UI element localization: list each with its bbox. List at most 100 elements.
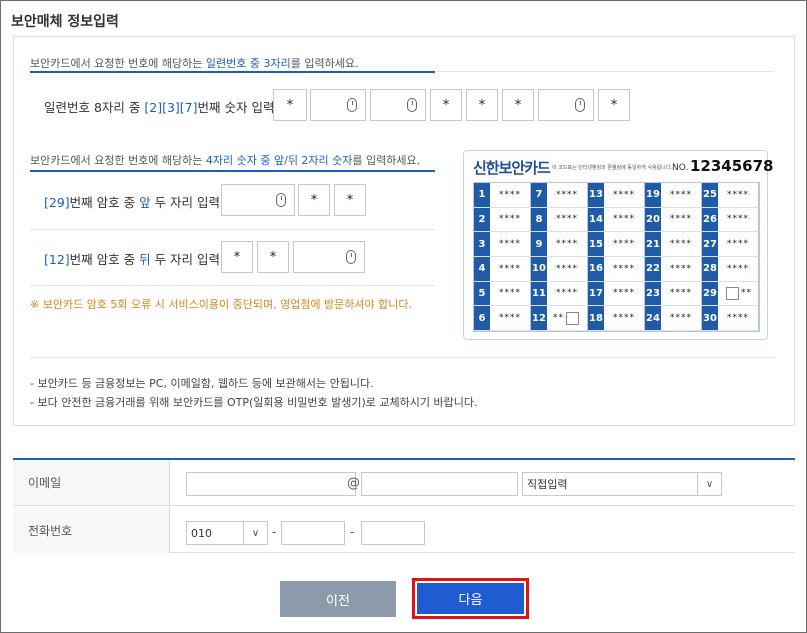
card-code-cell: 29 ** [702,281,759,307]
card-code-number: 20 [645,207,661,232]
serial-divider-right [437,71,774,72]
card-code-value: **** [670,288,692,299]
card-code-cell: 9 **** [531,232,588,257]
serial-input-7[interactable] [538,89,594,121]
email-domain-input[interactable] [361,472,518,496]
card-code-number: 29 [702,281,718,306]
card-code-cell: 23 **** [645,281,702,307]
card-code-value: **** [727,239,749,250]
card-code-cell: 17 **** [588,281,645,307]
card-code-number: 26 [702,207,718,232]
email-id-input[interactable] [186,472,356,496]
card-code-number: 4 [474,256,490,281]
serial-cell-1: * [273,89,307,121]
pin-bottom-divider [30,285,435,286]
card-code-cell: 26 **** [702,207,759,233]
card-code-cell: 1 **** [474,183,531,208]
card-code-cell: 27 **** [702,232,759,257]
card-code-value: **** [670,313,692,324]
card-code-value: **** [556,288,578,299]
email-label: 이메일 [13,460,170,505]
card-code-cell: 4 **** [474,256,531,282]
card-code-value: **** [556,214,578,225]
card-code-cell: 11 **** [531,281,588,307]
secure-keypad-icon [407,98,417,112]
masked-box [726,286,739,300]
pin-row1-input[interactable] [221,184,295,216]
email-domain-select[interactable]: 직접입력 ∨ [522,472,722,496]
pin-row2-input[interactable] [293,241,365,273]
notes-divider [30,357,774,358]
serial-cell-4: * [430,89,462,121]
email-at-sign: @ [347,476,360,491]
phone-dash-2: - [350,525,355,539]
card-code-cell: 16 **** [588,256,645,282]
pin-row1-cell-3: * [334,184,366,216]
card-code-cell: 28 **** [702,256,759,282]
card-code-value: **** [613,263,635,274]
card-code-number: 18 [588,306,604,330]
masked-box [566,311,579,325]
card-code-value: **** [670,189,692,200]
serial-input-2[interactable] [310,89,366,121]
card-code-number: 13 [588,183,604,207]
pin-divider [30,170,435,172]
security-card-image: 신한보안카드 이 코드표는 인터넷뱅킹과 폰뱅킹에 동일하게 사용됩니다. NO… [463,150,774,340]
card-code-number: 25 [702,183,718,207]
card-code-value: **** [727,263,749,274]
secure-keypad-icon [346,250,356,264]
card-code-value: **** [499,263,521,274]
next-button[interactable]: 다음 [417,583,524,614]
card-code-cell: 20 **** [645,207,702,233]
card-code-number: 12 [531,306,547,330]
card-code-value: **** [499,313,521,324]
serial-divider [30,71,435,73]
card-code-value: **** [556,189,578,200]
phone-label: 전화번호 [13,507,170,553]
card-code-number: 1 [474,183,490,207]
card-code-cell: 7 **** [531,183,588,208]
card-code-value: **** [670,239,692,250]
phone-prefix-select[interactable]: 010 ∨ [186,521,268,545]
card-code-number: 14 [588,207,604,232]
card-brand: 신한보안카드 [473,159,551,177]
card-code-value: **** [727,214,749,225]
card-code-value: **** [670,263,692,274]
phone-middle-input[interactable] [281,521,345,545]
card-code-value: ** [547,306,587,330]
note-2: - 보다 안전한 금융거래를 위해 보안카드를 OTP(일회용 비밀번호 발생기… [30,396,478,409]
card-code-cell: 19 **** [645,183,702,208]
card-code-cell: 30 **** [702,306,759,331]
card-subtitle: 이 코드표는 인터넷뱅킹과 폰뱅킹에 동일하게 사용됩니다. [552,165,672,171]
phone-prefix-value: 010 [191,526,212,540]
card-code-cell: 24 **** [645,306,702,331]
card-code-number: 15 [588,232,604,256]
serial-cell-5: * [466,89,498,121]
serial-label: 일련번호 8자리 중 [2][3][7]번째 숫자 입력 [44,100,275,115]
card-code-number: 3 [474,232,490,256]
contact-form: 이메일 @ 직접입력 ∨ 전화번호 010 ∨ - - [13,458,795,553]
card-code-value: ** [718,282,758,306]
card-code-number: 7 [531,183,547,207]
chevron-down-icon: ∨ [243,522,267,544]
card-code-value: **** [613,239,635,250]
card-code-number: 10 [531,256,547,281]
phone-dash-1: - [272,525,277,539]
secure-keypad-icon [575,98,585,112]
phone-last-input[interactable] [361,521,425,545]
prev-button[interactable]: 이전 [280,581,396,617]
pin-instruction: 보안카드에서 요청한 번호에 해당하는 4자리 숫자 중 앞/뒤 2자리 숫자를… [30,154,421,167]
page-title: 보안매체 정보입력 [11,14,119,30]
card-code-cell: 18 **** [588,306,645,331]
serial-input-3[interactable] [370,89,426,121]
card-code-number: 30 [702,306,718,330]
card-code-cell: 25 **** [702,183,759,208]
card-code-value: **** [499,288,521,299]
card-code-number: 11 [531,281,547,306]
card-code-cell: 15 **** [588,232,645,257]
serial-cell-6: * [502,89,534,121]
card-code-cell: 8 **** [531,207,588,233]
card-code-number: 5 [474,281,490,306]
pin-row1-cell-2: * [298,184,330,216]
pin-row-divider [30,229,435,230]
